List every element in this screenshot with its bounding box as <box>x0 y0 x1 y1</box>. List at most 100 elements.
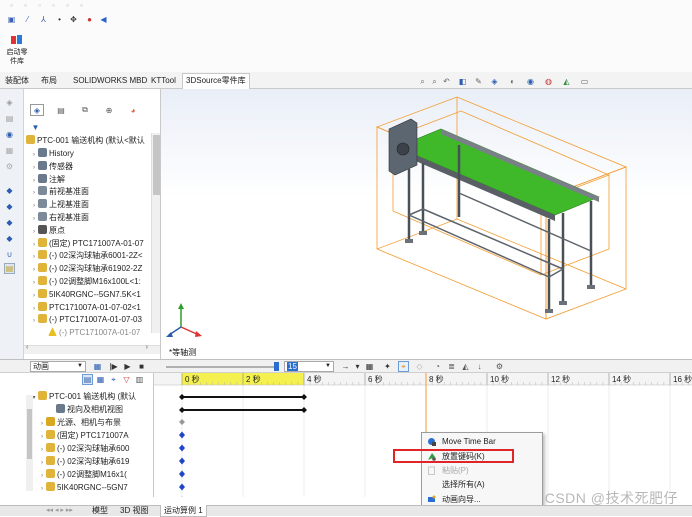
spring-icon[interactable]: ≣ <box>446 361 457 372</box>
menu-item-select-all[interactable]: 选择所有(A) <box>422 478 542 491</box>
dimxpert-tab-icon[interactable]: ⊕ <box>102 104 116 116</box>
expand-icon[interactable]: › <box>30 175 38 187</box>
autokey-icon[interactable]: ⌖ <box>398 361 409 372</box>
assembly-features-icon[interactable]: ◆ <box>4 217 15 228</box>
motion-tree-scrollbar-thumb[interactable] <box>27 409 32 459</box>
contact-icon[interactable]: ◭ <box>460 361 471 372</box>
scroll-right-icon[interactable]: › <box>146 344 148 351</box>
tree-item[interactable]: › 前视基准面 <box>30 186 89 198</box>
zoom-area-icon[interactable]: ⌕ <box>429 76 440 87</box>
play-from-start-icon[interactable]: |▶ <box>108 361 119 372</box>
study-type-select[interactable]: 动画 ▼ <box>30 361 86 372</box>
zoom-to-fit-icon[interactable]: ⌕ <box>417 76 428 87</box>
expand-icon[interactable]: › <box>30 187 38 199</box>
tab-motion-study-1[interactable]: 运动算例 1 <box>160 505 207 517</box>
motion-tree-item[interactable]: › (-) 02深沟球轴承619 <box>38 456 129 468</box>
property-manager-tab-icon[interactable]: ▤ <box>54 104 68 116</box>
open-icon[interactable]: ▫ <box>20 0 31 11</box>
expand-icon[interactable]: › <box>30 315 38 327</box>
tree-item[interactable]: › 右视基准面 <box>30 212 89 224</box>
tree-item[interactable]: › 注解 <box>30 173 65 187</box>
motion-tree-root[interactable]: ▾ PTC-001 输送机构 (默认 <box>30 391 136 403</box>
expand-icon[interactable]: › <box>30 303 38 315</box>
tree-root[interactable]: PTC-001 输送机构 (默认<默认 <box>26 135 145 147</box>
start-part-library-button[interactable]: 启动零 件库 <box>2 34 32 68</box>
expand-icon[interactable]: › <box>30 213 38 225</box>
mate-icon[interactable]: ◉ <box>4 129 15 140</box>
tab-nav-arrows[interactable]: ◂◂ ◂ ▸ ▸▸ <box>46 506 73 514</box>
cube-icon[interactable]: ◈ <box>4 97 15 108</box>
gravity-icon[interactable]: ↓ <box>474 361 485 372</box>
redo-icon[interactable]: ▫ <box>76 0 87 11</box>
stop-icon[interactable]: ■ <box>136 361 147 372</box>
linear-pattern-icon[interactable]: ▦ <box>4 145 15 156</box>
select-icon[interactable]: ▣ <box>6 14 17 25</box>
expand-icon[interactable]: › <box>30 149 38 161</box>
tree-item[interactable]: › History <box>30 148 74 160</box>
print-icon[interactable]: ▫ <box>48 0 59 11</box>
tree-scrollbar[interactable] <box>151 133 160 333</box>
filter-icon[interactable]: ▼ <box>30 122 41 133</box>
expand-icon[interactable]: › <box>30 162 38 174</box>
reference-geometry-icon[interactable]: ◆ <box>4 233 15 244</box>
motion-tree-item[interactable]: › (-) 02调整脚M16x1( <box>38 469 127 481</box>
tree-item[interactable]: › 原点 <box>30 224 65 237</box>
motor-icon[interactable]: ◔ <box>432 361 443 372</box>
filter-driving-icon[interactable]: ▦ <box>95 374 106 385</box>
motion-tree-scrollbar[interactable] <box>26 395 33 491</box>
expand-icon[interactable]: › <box>30 200 38 212</box>
conveyor-model[interactable] <box>161 89 692 359</box>
scroll-left-icon[interactable]: ‹ <box>26 344 28 351</box>
calculate-icon[interactable]: ▦ <box>92 361 103 372</box>
motion-tree-item[interactable]: › (-) 02深沟球轴承600 <box>38 443 129 455</box>
tab-3d-views[interactable]: 3D 视图 <box>120 506 148 516</box>
tree-item[interactable]: › (-) 02调整脚M16x100L<1: <box>30 276 141 288</box>
expand-icon[interactable]: › <box>30 251 38 263</box>
tree-item[interactable]: › (固定) PTC171007A-01-07 <box>30 237 144 250</box>
expand-icon[interactable]: › <box>30 290 38 302</box>
section-view-icon[interactable]: ◧ <box>457 76 468 87</box>
tree-item[interactable]: (-) PTC171007A-01-07 <box>40 327 140 339</box>
insert-component-icon[interactable]: ▤ <box>4 113 15 124</box>
motion-tree-item[interactable]: › 5IK40RGNC--5GN7 <box>38 482 128 494</box>
animation-wizard-icon[interactable]: ✦ <box>382 361 393 372</box>
study-properties-icon[interactable]: ⚙ <box>494 361 505 372</box>
dropdown-icon[interactable]: ▾ <box>352 361 363 372</box>
expand-icon[interactable]: › <box>38 431 46 443</box>
tab-model[interactable]: 模型 <box>92 506 108 516</box>
motion-tree-item[interactable]: › 光源、相机与布景 <box>38 417 121 429</box>
apply-scene-icon[interactable]: ◭ <box>561 76 572 87</box>
tree-item[interactable]: › 上视基准面 <box>30 199 89 211</box>
expand-icon[interactable]: › <box>38 418 46 430</box>
tab-layout[interactable]: 布局 <box>38 74 60 88</box>
smart-fastener-icon[interactable]: ⚙ <box>4 161 15 172</box>
tree-scrollbar-thumb[interactable] <box>153 135 160 195</box>
expand-icon[interactable]: › <box>38 483 46 495</box>
sound-icon[interactable]: ◀ <box>98 14 109 25</box>
add-key-icon[interactable]: ◇ <box>414 361 425 372</box>
previous-view-icon[interactable]: ↶ <box>441 76 452 87</box>
arrow-right-icon[interactable]: → <box>340 361 351 372</box>
tree-item[interactable]: › (-) 02深沟球轴承61902-2Z <box>30 263 142 275</box>
tab-kttool[interactable]: KTTool <box>148 74 179 88</box>
graphics-viewport[interactable]: ⌕ ⌕ ↶ ◧ ✎ ◈ ◐ ◉ ◍ ◭ ▭ *等轴测 <box>161 77 692 359</box>
tab-3dsource[interactable]: 3DSource零件库 <box>182 73 250 89</box>
smart-dimension-icon[interactable]: ⅄ <box>38 14 49 25</box>
menu-item-move-time-bar[interactable]: Move Time Bar <box>422 435 542 448</box>
move-component-icon[interactable]: ◆ <box>4 185 15 196</box>
edit-appearance-icon[interactable]: ◍ <box>543 76 554 87</box>
view-orientation-icon[interactable]: ◈ <box>489 76 500 87</box>
save-animation-icon[interactable]: ▦ <box>364 361 375 372</box>
playback-mode-select[interactable]: 15 ▼ <box>284 361 334 372</box>
filter-animated-icon[interactable]: ▤ <box>82 374 93 385</box>
show-hidden-icon[interactable]: ◆ <box>4 201 15 212</box>
tree-item[interactable]: › (-) PTC171007A-01-07-03 <box>30 314 142 326</box>
tree-item[interactable]: › 5IK40RGNC--5GN7.5K<1 <box>30 288 141 302</box>
menu-item-paste[interactable]: 粘贴(P) <box>422 464 542 477</box>
display-manager-tab-icon[interactable]: ◕ <box>126 104 140 116</box>
filter-results-icon[interactable]: ▽ <box>121 374 132 385</box>
new-motion-study-icon[interactable]: ∪ <box>4 249 15 260</box>
view-settings-icon[interactable]: ▭ <box>579 76 590 87</box>
playback-speed-thumb[interactable] <box>274 362 279 371</box>
tree-horizontal-scrollbar[interactable]: ‹ › <box>24 344 160 354</box>
